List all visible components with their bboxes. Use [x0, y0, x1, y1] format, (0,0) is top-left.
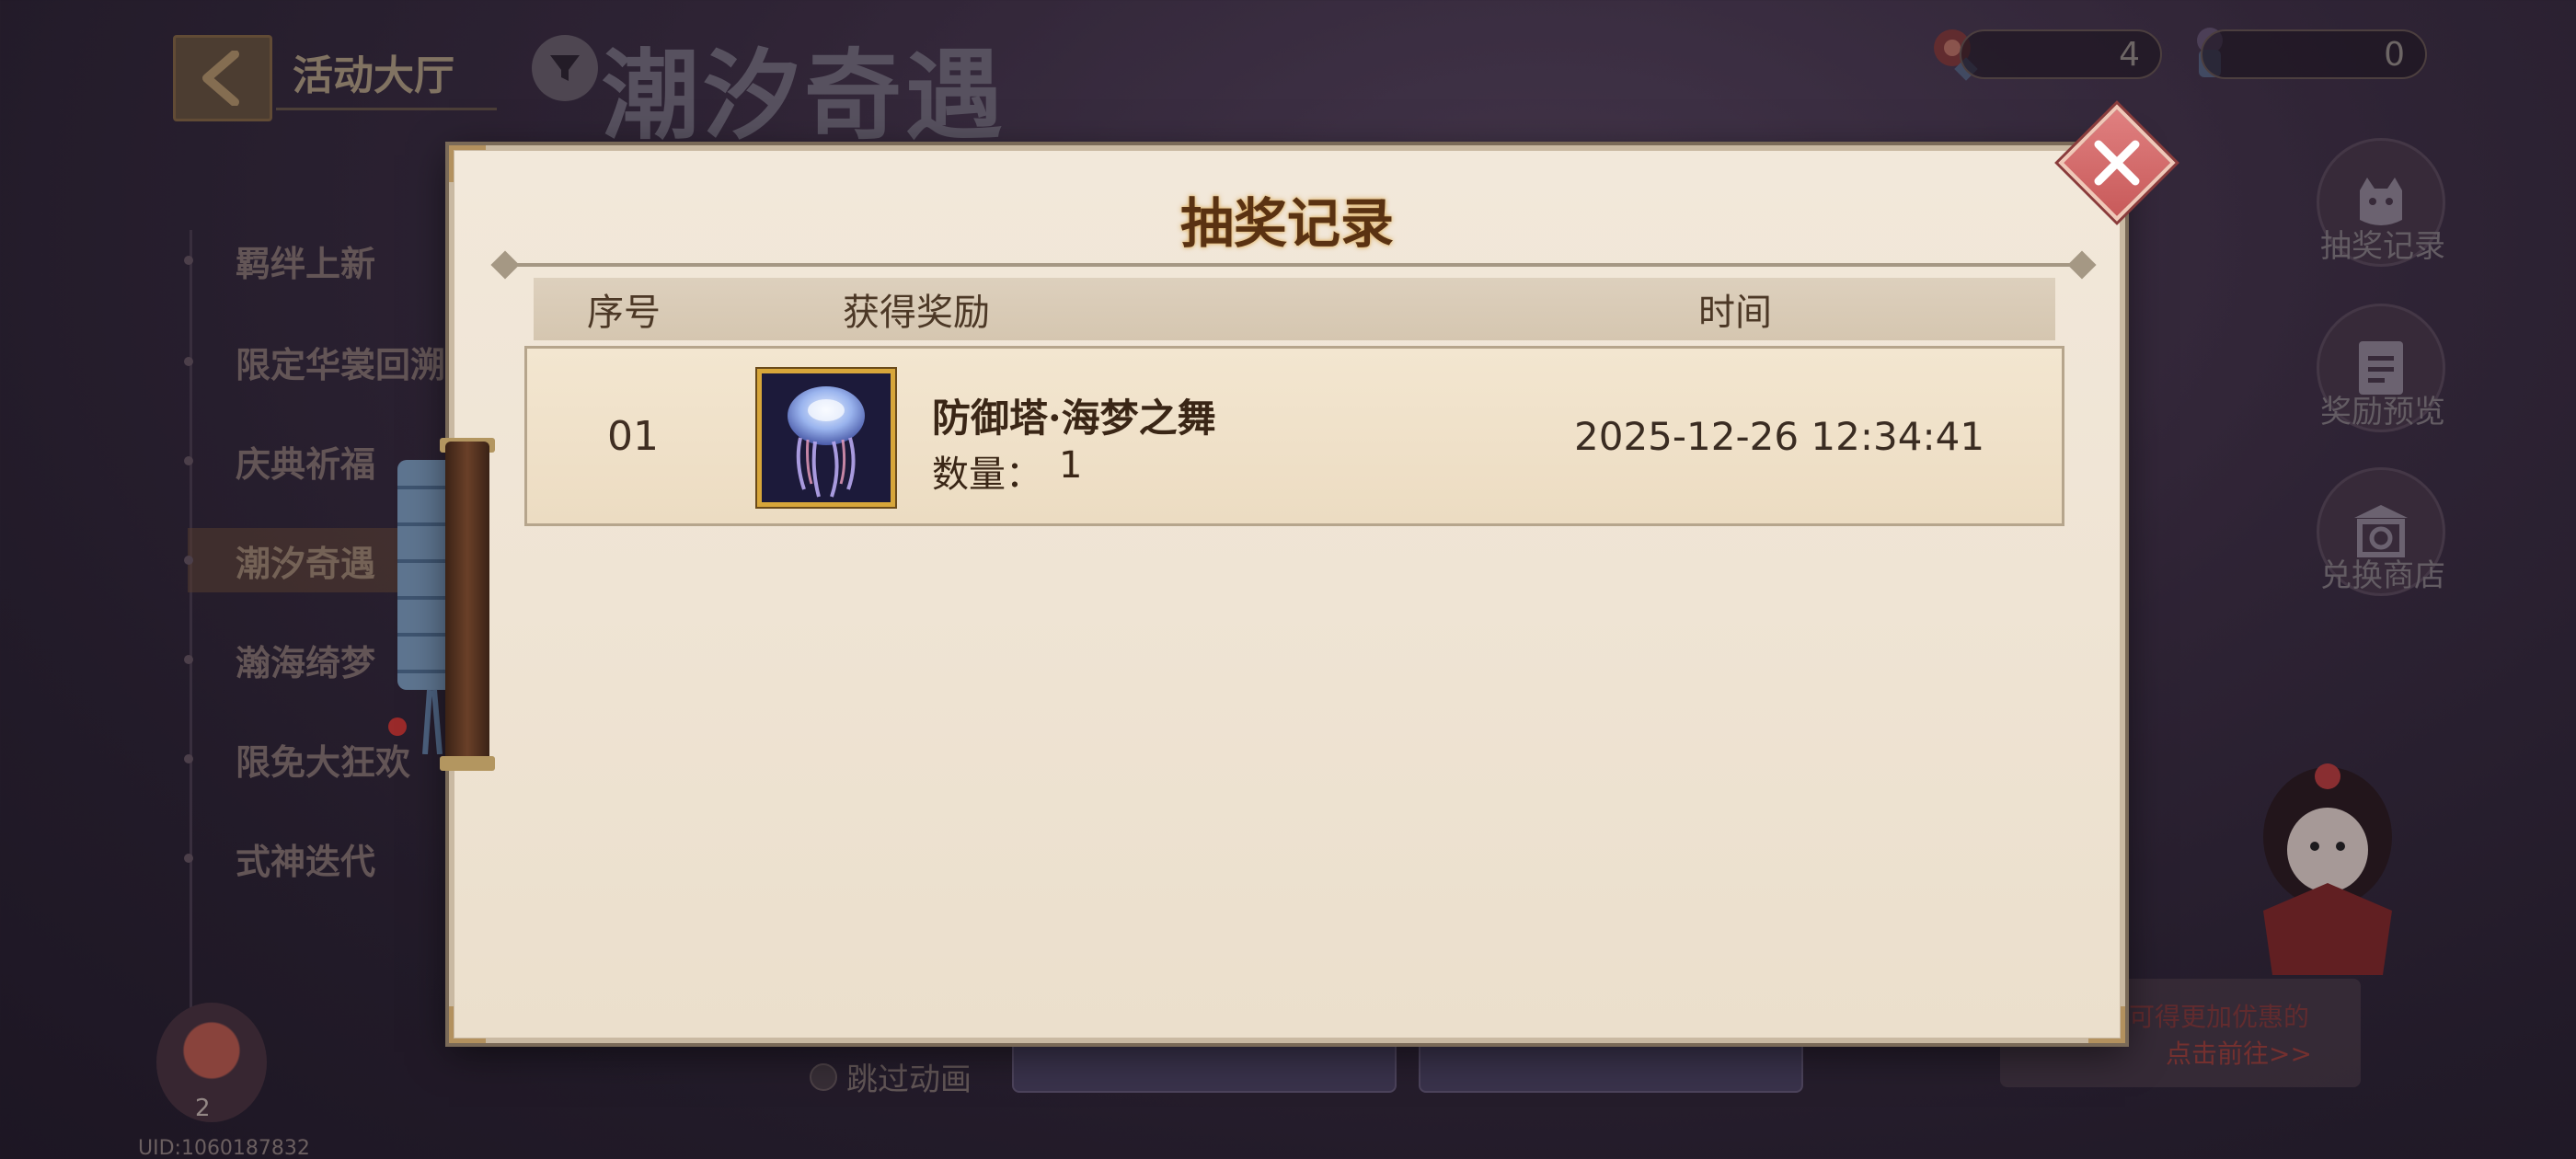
- close-icon: [2094, 140, 2140, 186]
- corner-ornament: [449, 1006, 486, 1043]
- dialog-title: 抽奖记录: [1179, 192, 1394, 255]
- reward-quantity: 数量： 1: [932, 444, 1082, 498]
- corner-ornament: [2088, 1006, 2125, 1043]
- column-header-reward: 获得奖励: [843, 292, 990, 334]
- close-button[interactable]: [2055, 101, 2179, 224]
- column-header-index: 序号: [587, 292, 661, 334]
- column-header-time: 时间: [1698, 292, 1772, 334]
- scroll-rod-decoration: [445, 442, 489, 769]
- corner-ornament: [449, 145, 486, 182]
- reward-item-name: 防御塔·海梦之舞: [932, 396, 1216, 441]
- jellyfish-icon: [762, 373, 891, 502]
- scroll-rod-cap: [440, 756, 495, 771]
- quantity-label: 数量：: [932, 453, 1042, 496]
- record-index: 01: [607, 412, 659, 460]
- draw-record-dialog: 抽奖记录 序号 获得奖励 时间 01 防御塔·海梦之舞 数量： 1 2025-1…: [449, 145, 2125, 1043]
- quantity-value: 1: [1059, 444, 1083, 487]
- reward-item-frame[interactable]: [757, 369, 895, 507]
- title-divider: [504, 263, 2081, 267]
- record-table-header: 序号 获得奖励 时间: [534, 278, 2055, 340]
- table-row: 01 防御塔·海梦之舞 数量： 1 2025-12-26 12:34:41: [524, 346, 2064, 526]
- record-time: 2025-12-26 12:34:41: [1574, 413, 1985, 459]
